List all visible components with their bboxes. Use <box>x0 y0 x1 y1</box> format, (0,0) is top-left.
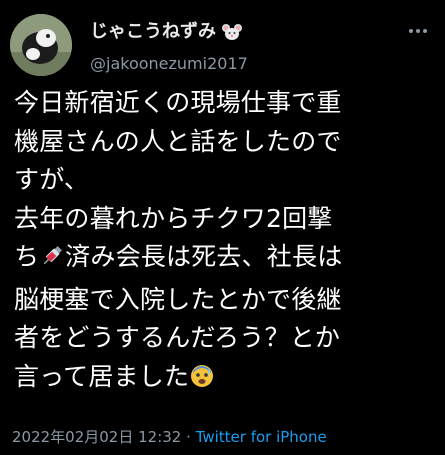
tweet-line: 機屋さんの人と話をしたので <box>14 126 342 156</box>
tweet-header: じゃこうねずみ @jakoonezumi2017 <box>10 14 435 76</box>
author-info: じゃこうねずみ @jakoonezumi2017 <box>90 20 248 76</box>
handle[interactable]: @jakoonezumi2017 <box>90 52 248 76</box>
timestamp[interactable]: 2022年02月02日 12:32 <box>12 428 181 446</box>
more-icon[interactable] <box>407 20 429 42</box>
tweet-line: 脳梗塞で入院したとかで後継 <box>14 284 342 314</box>
avatar[interactable] <box>10 14 72 76</box>
syringe-icon <box>39 242 65 281</box>
tweet-line: 去年の暮れからチクワ2回撃 <box>14 203 333 233</box>
tweet-line: 言って居ました <box>14 361 190 391</box>
tweet-text: 今日新宿近くの現場仕事で重 機屋さんの人と話をしたので すが、 去年の暮れからチ… <box>14 84 439 400</box>
display-name-text: じゃこうねずみ <box>90 21 216 42</box>
tweet-line: ち <box>14 242 40 271</box>
mouse-face-icon <box>222 23 243 48</box>
display-name[interactable]: じゃこうねずみ <box>90 20 248 48</box>
meta-separator: · <box>181 428 196 446</box>
source-link[interactable]: Twitter for iPhone <box>196 428 327 446</box>
tweet-line: 済み会長は死去、社長は <box>65 242 343 271</box>
tweet-line: 者をどうするんだろう？とか <box>14 323 341 352</box>
anxious-face-icon <box>189 362 215 401</box>
tweet-line: 今日新宿近くの現場仕事で重 <box>14 88 342 117</box>
tweet-line: すが、 <box>14 165 90 194</box>
tweet-meta: 2022年02月02日 12:32 · Twitter for iPhone <box>12 426 327 447</box>
